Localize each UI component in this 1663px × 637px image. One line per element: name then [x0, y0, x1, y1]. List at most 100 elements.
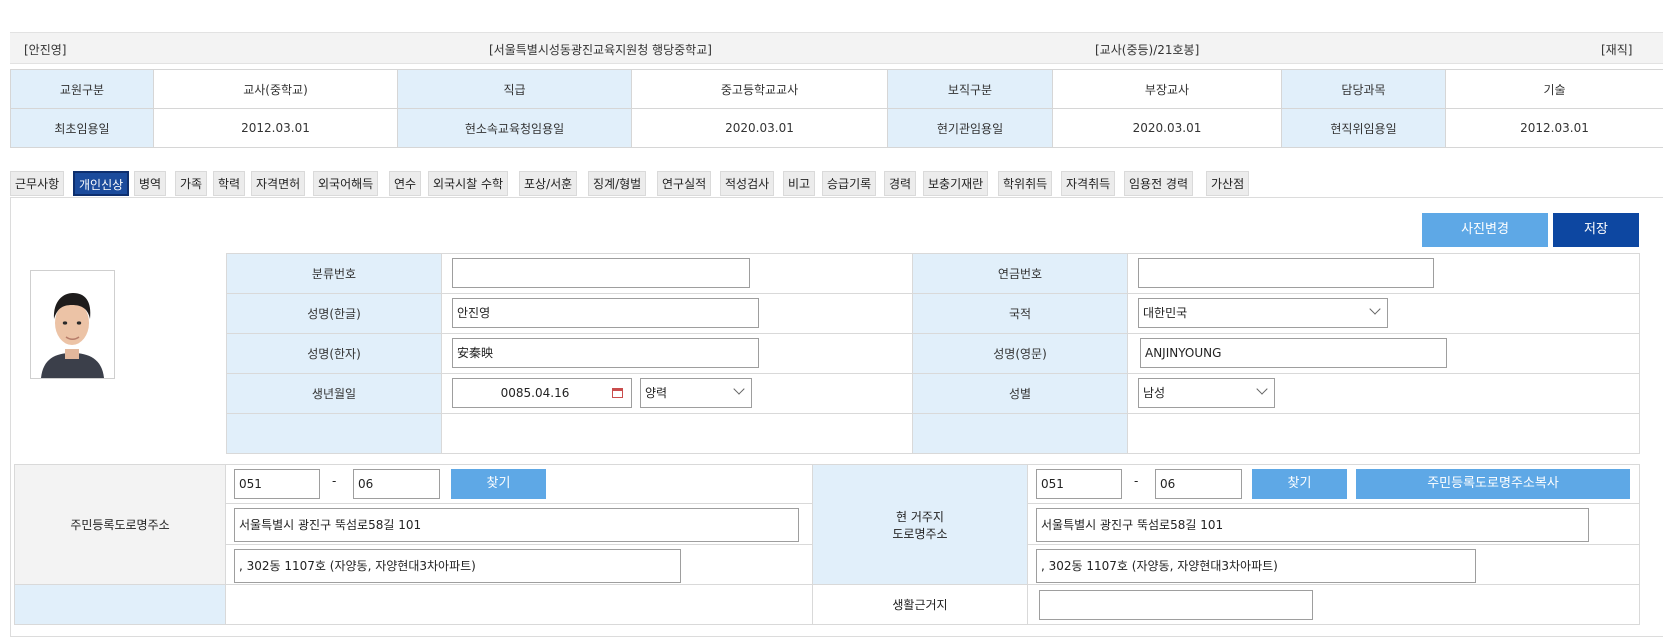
- birth-date-value: 0085.04.16: [500, 386, 570, 400]
- pension-no-input[interactable]: [1138, 258, 1434, 288]
- current-address-label-2: 도로명주소: [892, 526, 948, 541]
- save-button[interactable]: 저장: [1553, 213, 1639, 247]
- gender-value: 남성: [1143, 386, 1166, 400]
- info-row-2: 최초임용일 2012.03.01 현소속교육청임용일 2020.03.01 현기…: [10, 108, 1663, 148]
- empty-label-cell: [226, 413, 442, 454]
- birth-date-input[interactable]: 0085.04.16: [452, 378, 632, 408]
- tab-personal[interactable]: 개인신상: [73, 171, 130, 196]
- tab-qualification[interactable]: 자격취득: [1061, 171, 1116, 196]
- empty-value-cell: [225, 584, 813, 625]
- tab-training[interactable]: 연수: [389, 171, 422, 196]
- duty-type-value: 부장교사: [1052, 69, 1282, 109]
- empty-value-cell: [1127, 413, 1640, 454]
- class-no-input[interactable]: [452, 258, 750, 288]
- gender-select[interactable]: 남성: [1138, 378, 1275, 408]
- cur-address1-input[interactable]: 서울특별시 광진구 뚝섬로58길 101: [1036, 508, 1589, 542]
- name-eng-input[interactable]: ANJINYOUNG: [1140, 338, 1447, 368]
- org-appointment-label: 현기관임용일: [887, 108, 1053, 148]
- current-address-label-1: 현 거주지: [896, 509, 944, 524]
- position-appointment-value: 2012.03.01: [1445, 108, 1663, 148]
- nationality-label: 국적: [912, 293, 1128, 334]
- name-kor-input[interactable]: 안진영: [452, 298, 759, 328]
- duty-type-label: 보직구분: [887, 69, 1053, 109]
- chevron-down-icon: [1256, 383, 1268, 395]
- tab-career[interactable]: 경력: [884, 171, 917, 196]
- zip-separator: -: [1134, 474, 1139, 488]
- tab-military[interactable]: 병역: [134, 171, 167, 196]
- summary-status: [재직]: [1601, 43, 1633, 57]
- cur-find-button[interactable]: 찾기: [1252, 469, 1347, 499]
- tab-degree[interactable]: 학위취득: [998, 171, 1053, 196]
- empty-label-cell: [912, 413, 1128, 454]
- tab-remarks[interactable]: 비고: [783, 171, 816, 196]
- copy-reg-address-button[interactable]: 주민등록도로명주소복사: [1356, 469, 1630, 499]
- cur-zip2-input[interactable]: 06: [1155, 469, 1242, 499]
- teacher-type-label: 교원구분: [10, 69, 154, 109]
- tab-bonus-points[interactable]: 가산점: [1206, 171, 1250, 196]
- office-appointment-label: 현소속교육청임용일: [397, 108, 632, 148]
- chevron-down-icon: [1369, 303, 1381, 315]
- person-portrait-icon: [31, 271, 114, 378]
- calendar-type-value: 양력: [645, 386, 668, 400]
- first-appointment-label: 최초임용일: [10, 108, 154, 148]
- calendar-icon[interactable]: [612, 388, 623, 398]
- tab-supplement[interactable]: 보충기재란: [923, 171, 989, 196]
- address-table: 주민등록도로명주소 051 - 06 찾기 현 거주지도로명주소 051 - 0…: [14, 464, 1640, 625]
- info-row-1: 교원구분 교사(중학교) 직급 중고등학교교사 보직구분 부장교사 담당과목 기…: [10, 69, 1663, 109]
- teacher-type-value: 교사(중학교): [153, 69, 398, 109]
- tab-license[interactable]: 자격면허: [251, 171, 306, 196]
- current-address-label: 현 거주지도로명주소: [812, 464, 1028, 585]
- name-eng-label: 성명(영문): [912, 333, 1128, 374]
- tab-awards[interactable]: 포상/서훈: [519, 171, 578, 196]
- summary-bar: [안진영] [서울특별시성동광진교육지원청 행당중학교] [교사(중등)/21호…: [10, 32, 1663, 64]
- summary-name: [안진영]: [24, 43, 67, 57]
- tab-language[interactable]: 외국어해득: [313, 171, 379, 196]
- org-appointment-value: 2020.03.01: [1052, 108, 1282, 148]
- birth-label: 생년월일: [226, 373, 442, 414]
- reg-address2-input[interactable]: , 302동 1107호 (자양동, 자양현대3차아파트): [234, 549, 681, 583]
- name-hanja-label: 성명(한자): [226, 333, 442, 374]
- class-no-label: 분류번호: [226, 253, 442, 294]
- first-appointment-value: 2012.03.01: [153, 108, 398, 148]
- rank-label: 직급: [397, 69, 632, 109]
- office-appointment-value: 2020.03.01: [631, 108, 888, 148]
- subject-value: 기술: [1445, 69, 1663, 109]
- reg-zip1-input[interactable]: 051: [234, 469, 320, 499]
- gender-label: 성별: [912, 373, 1128, 414]
- living-base-label: 생활근거지: [812, 584, 1028, 625]
- reg-address-label: 주민등록도로명주소: [14, 464, 226, 585]
- tab-discipline[interactable]: 징계/형벌: [588, 171, 647, 196]
- photo-change-button[interactable]: 사진변경: [1422, 213, 1548, 247]
- nationality-select[interactable]: 대한민국: [1138, 298, 1388, 328]
- nationality-value: 대한민국: [1143, 306, 1188, 320]
- tab-prior-career[interactable]: 임용전 경력: [1124, 171, 1194, 196]
- tab-family[interactable]: 가족: [175, 171, 208, 196]
- tab-promotion[interactable]: 승급기록: [822, 171, 877, 196]
- reg-find-button[interactable]: 찾기: [451, 469, 546, 499]
- tab-aptitude[interactable]: 적성검사: [720, 171, 775, 196]
- reg-address1-input[interactable]: 서울특별시 광진구 뚝섬로58길 101: [234, 508, 799, 542]
- summary-position: [교사(중등)/21호봉]: [1095, 43, 1200, 57]
- rank-value: 중고등학교교사: [631, 69, 888, 109]
- tab-overseas[interactable]: 외국시찰 수학: [428, 171, 509, 196]
- name-hanja-input[interactable]: 安秦映: [452, 338, 759, 368]
- subject-label: 담당과목: [1281, 69, 1446, 109]
- cur-address2-input[interactable]: , 302동 1107호 (자양동, 자양현대3차아파트): [1036, 549, 1476, 583]
- personal-info-table: 분류번호 연금번호 성명(한글) 안진영 국적 대한민국 성명(한자) 安秦映 …: [226, 253, 1640, 454]
- tab-research[interactable]: 연구실적: [657, 171, 712, 196]
- empty-value-cell: [441, 413, 913, 454]
- living-base-input[interactable]: [1039, 590, 1313, 620]
- calendar-type-select[interactable]: 양력: [640, 378, 752, 408]
- zip-separator: -: [332, 474, 337, 488]
- reg-zip2-input[interactable]: 06: [353, 469, 440, 499]
- empty-label-cell: [14, 584, 226, 625]
- cur-zip1-input[interactable]: 051: [1036, 469, 1122, 499]
- chevron-down-icon: [733, 383, 745, 395]
- name-kor-label: 성명(한글): [226, 293, 442, 334]
- info-table: 교원구분 교사(중학교) 직급 중고등학교교사 보직구분 부장교사 담당과목 기…: [10, 69, 1663, 148]
- tab-education[interactable]: 학력: [213, 171, 246, 196]
- summary-office: [서울특별시성동광진교육지원청 행당중학교]: [489, 43, 712, 57]
- pension-no-label: 연금번호: [912, 253, 1128, 294]
- position-appointment-label: 현직위임용일: [1281, 108, 1446, 148]
- tab-work[interactable]: 근무사항: [10, 171, 65, 196]
